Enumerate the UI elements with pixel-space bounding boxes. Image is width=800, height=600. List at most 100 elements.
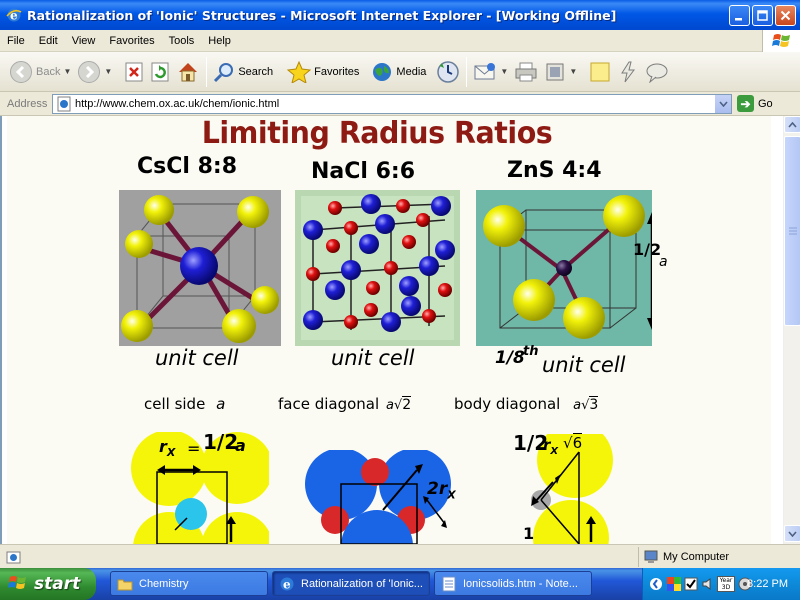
task-notepad[interactable]: Ionicsolids.htm - Note... [434,571,592,596]
window-titlebar: e Rationalization of 'Ionic' Structures … [0,0,800,30]
menu-view[interactable]: View [65,35,103,47]
zns-rx-label: rX [543,436,558,457]
zns-rx-sub: X [550,446,559,457]
print-button[interactable] [511,55,541,89]
zns-one-label: 1 [523,524,535,543]
checkmark-icon[interactable] [684,577,698,591]
messenger-button[interactable] [614,55,642,89]
menu-tools[interactable]: Tools [162,35,202,47]
nacl-2rx-r: r [438,479,448,499]
stop-button[interactable] [121,55,147,89]
scroll-thumb[interactable] [784,136,800,326]
stop-icon [125,62,143,81]
page-heading: Limiting Radius Ratios [201,116,553,151]
favorites-button[interactable]: Favorites [284,55,362,89]
browser-content: Limiting Radius Ratios CsCl 8:8 NaCl 6:6… [0,116,800,544]
speaker-icon[interactable] [701,577,715,591]
standard-toolbar: Back ▼ ▼ Search Favorites Media ▼ ▼ [0,52,800,92]
go-button[interactable]: ➔ Go [737,95,773,112]
start-button[interactable]: start [0,568,96,600]
toolbar-separator [206,56,208,87]
forward-dropdown-icon[interactable]: ▼ [104,67,112,76]
address-label: Address [7,97,48,110]
mail-button[interactable]: ▼ [470,55,511,89]
chevron-up-icon [788,121,797,128]
year-badge[interactable]: Year 3D [717,576,735,592]
go-label: Go [758,97,773,110]
address-input[interactable] [75,98,715,110]
nacl-dimension-a: a [385,398,394,413]
minimize-button[interactable] [729,5,750,26]
cscl-title: CsCl 8:8 [137,154,237,179]
edit-page-icon [546,63,564,80]
system-tray: Year 3D 8:22 PM [642,568,800,600]
cscl-dimension-a: a [216,395,226,413]
my-computer-icon [644,550,658,563]
vertical-scrollbar[interactable] [783,116,800,544]
address-field[interactable] [52,94,732,114]
home-button[interactable] [173,55,203,89]
maximize-icon [757,10,768,21]
nacl-2rx-sub: X [447,488,456,502]
edit-button[interactable]: ▼ [541,55,580,89]
chat-button[interactable] [642,55,672,89]
menu-file[interactable]: File [0,35,32,47]
nacl-title: NaCl 6:6 [311,159,416,184]
windows-flag-icon [8,576,26,589]
svg-text:e: e [283,577,291,591]
media-label: Media [396,65,427,78]
address-dropdown-button[interactable] [714,95,731,113]
mail-dropdown-icon[interactable]: ▼ [500,67,508,76]
menu-edit[interactable]: Edit [32,35,65,47]
notepad-icon [442,576,456,591]
cscl-rx-sub: X [166,446,176,460]
back-button[interactable]: Back ▼ [6,55,74,89]
tray-arrow-icon[interactable] [649,577,663,591]
scroll-up-button[interactable] [784,116,800,133]
menu-help[interactable]: Help [201,35,238,47]
task-chemistry[interactable]: Chemistry [110,571,268,596]
media-button[interactable]: Media [368,55,429,89]
discuss-button[interactable] [586,55,614,89]
page-icon [57,96,71,112]
home-icon [179,62,198,81]
colors-icon[interactable] [667,577,681,591]
address-bar: Address ➔ Go [0,92,800,116]
zns-dimension-a: a [573,398,582,413]
start-label: start [34,574,81,594]
close-button[interactable] [775,5,796,26]
folder-icon [117,579,133,590]
nacl-unit-cell-image [295,190,460,346]
history-clock-icon [437,60,460,83]
task-ie[interactable]: e Rationalization of 'Ionic... [272,571,430,596]
search-label: Search [238,65,274,78]
zns-a-label: a [659,254,668,270]
refresh-icon [151,62,169,81]
back-dropdown-icon[interactable]: ▼ [63,67,71,76]
forward-button[interactable]: ▼ [74,55,115,89]
clock[interactable]: 8:22 PM [747,578,788,590]
chat-bubble-icon [646,63,668,83]
minimize-icon [735,18,742,21]
zns-sqrt6-value: 6 [572,433,583,452]
status-bar: My Computer [0,544,800,568]
history-button[interactable] [433,55,463,89]
media-globe-icon [373,62,392,81]
zns-caption-th: th [523,344,539,359]
refresh-button[interactable] [147,55,173,89]
forward-arrow-icon [78,60,101,83]
close-icon [780,10,791,21]
toolbar-separator [466,56,468,87]
cscl-dimension-text: cell side [144,395,206,413]
scroll-down-button[interactable] [784,525,800,542]
zns-dimension-text: body diagonal [454,395,561,413]
task-notepad-label: Ionicsolids.htm - Note... [463,577,578,590]
note-icon [590,62,610,81]
edit-dropdown-icon[interactable]: ▼ [569,67,577,76]
zns-caption-fraction: 1/8 [495,348,525,368]
maximize-button[interactable] [752,5,773,26]
taskbar: start Chemistry e Rationalization of 'Io… [0,568,800,600]
menu-favorites[interactable]: Favorites [102,35,161,47]
search-button[interactable]: Search [210,55,276,89]
favorites-star-icon [287,60,312,83]
